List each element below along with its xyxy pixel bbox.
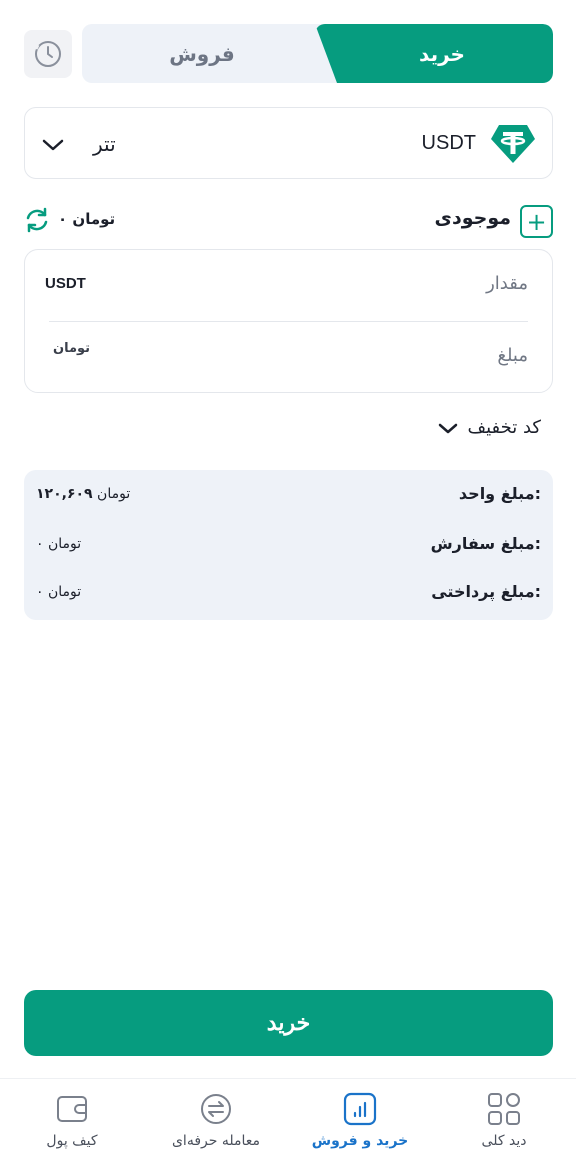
payment-amount-value: ۰ تومان xyxy=(36,584,82,600)
order-amount-label: مبلغ سفارش: xyxy=(430,534,541,553)
order-amount-row: مبلغ سفارش: ۰ تومان xyxy=(36,534,541,558)
exchange-icon xyxy=(201,1094,231,1124)
grid-icon xyxy=(488,1093,520,1125)
clock-icon xyxy=(34,41,61,67)
history-button[interactable] xyxy=(24,30,72,78)
tab-sell[interactable]: فروش xyxy=(82,24,322,83)
balance-row: + موجودی ۰ تومان xyxy=(24,202,553,238)
order-inputs: مقدار USDT مبلغ تومان xyxy=(24,249,553,393)
bottom-nav: دید کلی خرید و فروش معامله حرفه‌ای xyxy=(0,1078,576,1163)
nav-overview[interactable]: دید کلی xyxy=(434,1091,574,1161)
bar-chart-icon xyxy=(343,1092,377,1126)
nav-buy-sell[interactable]: خرید و فروش xyxy=(290,1091,430,1161)
payment-amount-row: مبلغ پرداختی: ۰ تومان xyxy=(36,582,541,606)
order-summary: مبلغ واحد: تومان ۱۲۰,۶۰۹ مبلغ سفارش: ۰ ت… xyxy=(24,470,553,620)
nav-wallet-label: کیف پول xyxy=(46,1133,98,1149)
chevron-down-icon xyxy=(439,423,458,433)
toman-logo: تومان xyxy=(53,341,91,356)
refresh-icon[interactable] xyxy=(24,206,50,234)
unit-price-row: مبلغ واحد: تومان ۱۲۰,۶۰۹ xyxy=(36,484,541,508)
nav-buy-sell-label: خرید و فروش xyxy=(311,1133,409,1149)
wallet-icon xyxy=(57,1096,87,1122)
coin-symbol: USDT xyxy=(421,132,476,154)
amount-input[interactable]: مقدار xyxy=(486,273,528,294)
amount-unit: USDT xyxy=(45,275,86,292)
unit-price-currency: تومان xyxy=(97,486,131,502)
divider xyxy=(49,321,528,322)
unit-price-value: تومان ۱۲۰,۶۰۹ xyxy=(36,486,130,502)
add-balance-button[interactable]: + xyxy=(520,205,553,238)
order-amount-value: ۰ تومان xyxy=(36,536,82,552)
balance-value: ۰ تومان xyxy=(58,210,116,228)
nav-pro-trade[interactable]: معامله حرفه‌ای xyxy=(146,1091,286,1161)
coin-name: تتر xyxy=(93,132,116,156)
unit-price-label: مبلغ واحد: xyxy=(458,484,541,503)
buy-sell-switch: فروش خرید xyxy=(82,24,553,83)
nav-overview-label: دید کلی xyxy=(481,1133,527,1149)
price-input[interactable]: مبلغ xyxy=(497,345,528,366)
chevron-down-icon xyxy=(42,139,64,151)
balance-label: موجودی xyxy=(434,207,511,229)
buy-button[interactable]: خرید xyxy=(24,990,553,1056)
plus-icon: + xyxy=(526,207,547,236)
tether-icon xyxy=(491,125,535,163)
unit-price-number: ۱۲۰,۶۰۹ xyxy=(36,486,93,502)
tab-buy[interactable]: خرید xyxy=(315,24,553,83)
nav-wallet[interactable]: کیف پول xyxy=(2,1091,142,1161)
nav-pro-trade-label: معامله حرفه‌ای xyxy=(171,1133,261,1149)
coin-selector[interactable]: USDT تتر xyxy=(24,107,553,179)
payment-amount-label: مبلغ پرداختی: xyxy=(431,582,541,601)
discount-toggle[interactable]: کد تخفیف xyxy=(437,417,541,438)
discount-label: کد تخفیف xyxy=(467,417,541,438)
